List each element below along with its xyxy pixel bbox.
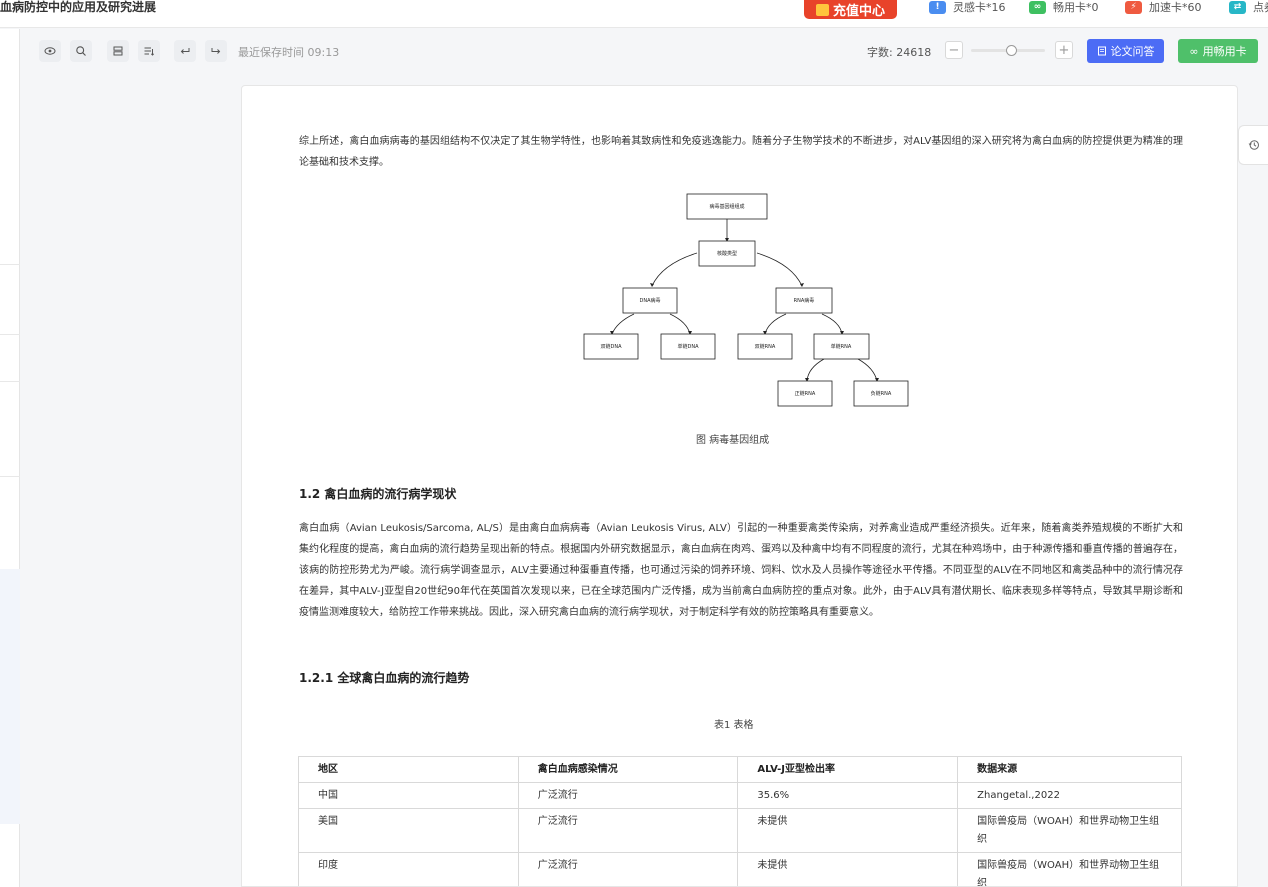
table-header-cell: ALV-J亚型检出率 [737, 756, 959, 783]
table-header-cell: 数据来源 [957, 756, 1182, 783]
table-cell[interactable]: 广泛流行 [517, 852, 739, 886]
zoom-out-button[interactable]: − [945, 41, 963, 59]
node-ds-dna: 双链DNA [600, 343, 622, 350]
undo-button[interactable] [174, 40, 196, 62]
plus-icon: + [1058, 42, 1070, 58]
sidebar-divider [0, 381, 20, 382]
table-cell[interactable]: 未提供 [737, 808, 959, 853]
section-heading-1-2[interactable]: 1.2 禽白血病的流行病学现状 [299, 485, 456, 502]
use-unlimited-card-button[interactable]: ∞ 用畅用卡 [1178, 39, 1258, 63]
sidebar-divider [0, 264, 20, 265]
table-cell[interactable]: 未提供 [737, 852, 959, 886]
table-caption: 表1 表格 [714, 720, 754, 731]
gift-icon [815, 3, 829, 16]
table-row: 美国 广泛流行 未提供 国际兽疫局（WOAH）和世界动物卫生组织 [298, 808, 1182, 853]
epidemiology-table[interactable]: 地区 禽白血病感染情况 ALV-J亚型检出率 数据来源 中国 广泛流行 35.6… [298, 756, 1182, 886]
table-cell[interactable]: 中国 [298, 782, 519, 809]
redo-icon [211, 48, 221, 54]
node-ds-rna: 双链RNA [755, 343, 776, 350]
table-header-cell: 地区 [298, 756, 519, 783]
document-icon [1097, 46, 1106, 56]
document-page[interactable]: 综上所述，禽白血病病毒的基因组结构不仅决定了其生物学特性，也影响着其致病性和免疫… [241, 85, 1238, 887]
epidemiology-paragraph[interactable]: 禽白血病（Avian Leukosis/Sarcoma, AL/S）是由禽白血病… [299, 518, 1183, 623]
table-cell[interactable]: 美国 [298, 808, 519, 853]
table-row: 中国 广泛流行 35.6% Zhangetal.,2022 [298, 782, 1182, 809]
table-cell[interactable]: Zhangetal.,2022 [957, 782, 1182, 809]
node-ss-dna: 单链DNA [677, 343, 699, 350]
editor-toolbar: 最近保存时间 09:13 字数: 24618 − + 论文问答 ∞ 用畅用卡 [21, 29, 1268, 73]
search-button[interactable] [70, 40, 92, 62]
history-icon [1248, 140, 1259, 150]
speed-card-badge[interactable]: ⚡ 加速卡*60 [1125, 0, 1202, 14]
redo-button[interactable] [205, 40, 227, 62]
table-cell[interactable]: 35.6% [737, 782, 959, 809]
section-heading-1-2-1[interactable]: 1.2.1 全球禽白血病的流行趋势 [299, 669, 469, 686]
node-rna-virus: RNA病毒 [794, 297, 815, 304]
table-cell[interactable]: 国际兽疫局（WOAH）和世界动物卫生组织 [957, 808, 1182, 853]
coupon-badge[interactable]: ⇄ 点券 [1229, 0, 1268, 14]
sidebar-divider [0, 476, 20, 477]
figure-caption: 图 病毒基因组成 [696, 435, 770, 446]
layout-icon [113, 46, 123, 56]
minus-icon: − [948, 42, 960, 58]
node-ss-rna: 单链RNA [831, 343, 852, 350]
node-negative-rna: 负链RNA [871, 390, 892, 397]
intro-paragraph[interactable]: 综上所述，禽白血病病毒的基因组结构不仅决定了其生物学特性，也影响着其致病性和免疫… [299, 131, 1183, 173]
node-nucleic-acid-type: 核酸类型 [717, 250, 737, 257]
table-cell[interactable]: 广泛流行 [517, 808, 739, 853]
zoom-slider[interactable] [971, 45, 1045, 56]
inspiration-card-badge[interactable]: ! 灵感卡*16 [929, 0, 1006, 14]
table-cell[interactable]: 广泛流行 [517, 782, 739, 809]
left-sidebar[interactable] [0, 29, 20, 887]
inspiration-card-label: 灵感卡*16 [953, 1, 1006, 14]
unlimited-card-icon: ∞ [1029, 0, 1046, 14]
table-header-row: 地区 禽白血病感染情况 ALV-J亚型检出率 数据来源 [298, 756, 1182, 783]
table-cell[interactable]: 印度 [298, 852, 519, 886]
speed-card-label: 加速卡*60 [1149, 1, 1202, 14]
format-button[interactable] [138, 40, 160, 62]
use-card-label: 用畅用卡 [1202, 45, 1247, 58]
last-saved-time: 最近保存时间 09:13 [238, 46, 340, 59]
infinity-icon: ∞ [1189, 44, 1199, 58]
node-genome-composition: 病毒基因组组成 [709, 203, 744, 210]
unlimited-card-label: 畅用卡*0 [1053, 1, 1099, 14]
inspiration-card-icon: ! [929, 0, 946, 14]
table-cell[interactable]: 国际兽疫局（WOAH）和世界动物卫生组织 [957, 852, 1182, 886]
top-bar: 血病防控中的应用及研究进展 充值中心 ! 灵感卡*16 ∞ 畅用卡*0 ⚡ 加速… [0, 0, 1268, 28]
speed-card-icon: ⚡ [1125, 0, 1142, 14]
recharge-label: 充值中心 [832, 4, 885, 19]
unlimited-card-badge[interactable]: ∞ 畅用卡*0 [1029, 0, 1099, 14]
paper-qa-button[interactable]: 论文问答 [1087, 39, 1164, 63]
genome-composition-diagram: 病毒基因组组成 核酸类型 DNA病毒 RNA病毒 双链DNA 单链DNA 双链R… [583, 193, 909, 407]
list-sort-icon [144, 47, 155, 56]
sidebar-divider [0, 334, 20, 335]
history-tab[interactable] [1238, 125, 1268, 165]
zoom-in-button[interactable]: + [1055, 41, 1073, 59]
search-icon [76, 46, 86, 56]
coupon-label: 点券 [1253, 1, 1268, 14]
sidebar-active-section [0, 569, 20, 824]
outline-button[interactable] [107, 40, 129, 62]
table-header-cell: 禽白血病感染情况 [517, 756, 739, 783]
node-positive-rna: 正链RNA [795, 390, 816, 397]
word-count: 字数: 24618 [867, 46, 932, 59]
table-row: 印度 广泛流行 未提供 国际兽疫局（WOAH）和世界动物卫生组织 [298, 852, 1182, 886]
eye-icon [44, 47, 56, 55]
document-title: 血病防控中的应用及研究进展 [0, 0, 157, 14]
zoom-slider-handle[interactable] [1005, 45, 1017, 56]
undo-icon [180, 48, 190, 54]
paper-qa-label: 论文问答 [1110, 45, 1155, 58]
coupon-icon: ⇄ [1229, 0, 1246, 14]
preview-button[interactable] [39, 40, 61, 62]
node-dna-virus: DNA病毒 [639, 297, 660, 304]
recharge-center-button[interactable]: 充值中心 [804, 0, 897, 19]
